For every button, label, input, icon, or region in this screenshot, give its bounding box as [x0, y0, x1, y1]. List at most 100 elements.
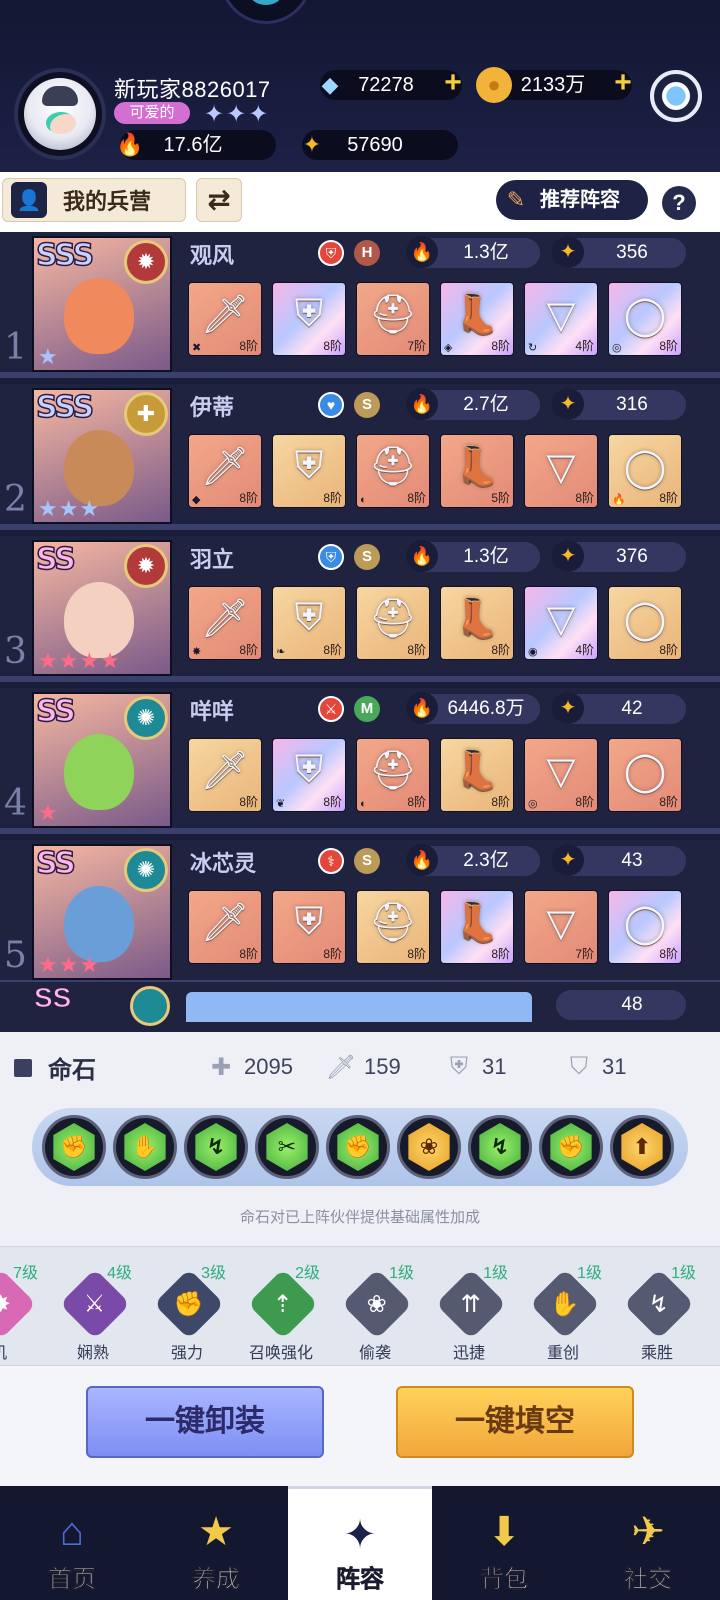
equipment-slot[interactable]: 👢 8阶 [440, 738, 514, 812]
life-stone-slot[interactable]: ✊ [326, 1115, 390, 1179]
bond-effect[interactable]: 4级 ⚔ 娴熟 [48, 1255, 138, 1362]
life-stone-slot[interactable]: ✊ [42, 1115, 106, 1179]
equipment-slot[interactable]: ⛨ 8阶 [272, 434, 346, 508]
equipment-slot[interactable]: 🗡 ◆ 8阶 [188, 434, 262, 508]
bond-effect[interactable]: 3级 ✊ 强力 [142, 1255, 232, 1362]
equipment-slot[interactable]: ⛑ 8阶 [356, 586, 430, 660]
hero-row[interactable]: 1 SSS ✹ ★ 观风 ⛨ H 🔥 1.3亿 ✦ 356 🗡 ✖ 8阶 ⛨ 8… [0, 232, 720, 378]
effect-name: 迅捷 [452, 1345, 485, 1362]
nav-home[interactable]: ⌂ 首页 [0, 1486, 144, 1600]
hero-row-partial[interactable]: SS 48 [0, 982, 720, 1032]
equipment-slot[interactable]: ◯ 8阶 [608, 586, 682, 660]
pencil-icon: ✎ [498, 182, 534, 218]
bond-effects-strip[interactable]: 7级 ✸ 机 4级 ⚔ 娴熟 3级 ✊ 强力 2级 ⇡ 召唤强化 1级 ❀ [0, 1246, 720, 1366]
equipment-tier: 8阶 [407, 947, 426, 961]
swap-formation-button[interactable]: ⇄ [196, 178, 242, 222]
bond-effect[interactable]: 1级 ⇈ 迅捷 [424, 1255, 514, 1362]
equipment-slot[interactable]: 👢 ◈ 8阶 [440, 282, 514, 356]
action-bar: 一键卸装 一键填空 [0, 1366, 720, 1486]
bond-effect[interactable]: 2级 ⇡ 召唤强化 [236, 1255, 326, 1362]
equipment-slot[interactable]: 👢 8阶 [440, 586, 514, 660]
life-stone-slot[interactable]: ✂ [255, 1115, 319, 1179]
enchant-icon: ◉ [528, 646, 538, 658]
equipment-slot[interactable]: 👢 5阶 [440, 434, 514, 508]
nav-star[interactable]: ★ 养成 [144, 1486, 288, 1600]
nav-social[interactable]: ✈ 社交 [576, 1486, 720, 1600]
boots-icon: 👢 [453, 598, 501, 640]
equipment-slot[interactable]: ◯ ◎ 8阶 [608, 282, 682, 356]
equipment-slot[interactable]: 🗡 8阶 [188, 890, 262, 964]
equipment-slot[interactable]: ⛨ ❧ 8阶 [272, 586, 346, 660]
hero-portrait[interactable]: SS ✺ ★★★ [32, 844, 172, 980]
hero-list[interactable]: 1 SSS ✹ ★ 观风 ⛨ H 🔥 1.3亿 ✦ 356 🗡 ✖ 8阶 ⛨ 8… [0, 232, 720, 1032]
life-stone-slot[interactable]: ↯ [468, 1115, 532, 1179]
hero-level: ✦ 43 [552, 844, 686, 876]
settings-gear-icon[interactable] [650, 70, 702, 122]
hero-portrait[interactable]: SS ✹ ★★★★ [32, 540, 172, 676]
equipment-tier: 8阶 [491, 339, 510, 353]
bond-effect[interactable]: 7级 ✸ 机 [0, 1255, 44, 1362]
equipment-slot[interactable]: ▽ 7阶 [524, 890, 598, 964]
title-stars-icon: ✦✦✦ [204, 101, 271, 128]
equipment-slot[interactable]: ▽ 8阶 [524, 434, 598, 508]
life-stone-slot[interactable]: ↯ [184, 1115, 248, 1179]
avatar[interactable] [14, 68, 106, 160]
equipment-slot[interactable]: 🗡 ✸ 8阶 [188, 586, 262, 660]
boots-icon: 👢 [453, 750, 501, 792]
equipment-slot[interactable]: 🗡 ✖ 8阶 [188, 282, 262, 356]
equipment-slot[interactable]: ◯ 🔥 8阶 [608, 434, 682, 508]
effect-level: 2级 [295, 1265, 320, 1282]
equipment-slot[interactable]: ⛨ 8阶 [272, 282, 346, 356]
hero-portrait[interactable]: SSS ✚ ★★★ [32, 388, 172, 524]
hero-row[interactable]: 5 SS ✺ ★★★ 冰芯灵 ⚕ S 🔥 2.3亿 ✦ 43 🗡 8阶 ⛨ 8阶… [0, 840, 720, 986]
armor-icon: ⛨ [294, 901, 324, 943]
life-stone-slot[interactable]: ❀ [397, 1115, 461, 1179]
enchant-icon: ◈ [444, 342, 453, 354]
bond-effect[interactable]: 1级 ❀ 偷袭 [330, 1255, 420, 1362]
bond-effect[interactable]: 1级 ✋ 重创 [518, 1255, 608, 1362]
equipment-slot[interactable]: ⛨ 8阶 [272, 890, 346, 964]
auto-fill-button[interactable]: 一键填空 [396, 1386, 634, 1458]
equipment-tier: 8阶 [407, 643, 426, 657]
equipment-slot[interactable]: ▽ ↻ 4阶 [524, 282, 598, 356]
equipment-slots: 🗡 8阶 ⛨ 8阶 ⛑ 8阶 👢 8阶 ▽ 7阶 ◯ 8阶 [188, 890, 688, 968]
equipment-slot[interactable]: 🗡 8阶 [188, 738, 262, 812]
player-title-badge[interactable]: 可爱的 [114, 102, 190, 124]
equipment-slot[interactable]: 👢 8阶 [440, 890, 514, 964]
nav-bag[interactable]: ⬇ 背包 [432, 1486, 576, 1600]
hero-row[interactable]: 3 SS ✹ ★★★★ 羽立 ⛨ S 🔥 1.3亿 ✦ 376 🗡 ✸ 8阶 ⛨… [0, 536, 720, 682]
section-marker [14, 1058, 32, 1077]
my-barracks-button[interactable]: 👤 我的兵营 [2, 178, 186, 222]
equipment-slot[interactable]: ▽ ◉ 4阶 [524, 586, 598, 660]
equipment-tier: 8阶 [659, 947, 678, 961]
hero-level: ✦ 356 [552, 236, 686, 268]
nav-formation[interactable]: ✦ 阵容 [288, 1486, 432, 1600]
hero-row[interactable]: 4 SS ✺ ★ 咩咩 ⚔ M 🔥 6446.8万 ✦ 42 🗡 8阶 ⛨ ❦ … [0, 688, 720, 834]
bond-effect[interactable]: 1级 ↯ 乘胜 [612, 1255, 702, 1362]
add-diamonds-button[interactable]: + [438, 68, 468, 98]
hero-portrait[interactable]: SS ✺ ★ [32, 692, 172, 828]
equipment-slot[interactable]: ⛑ ◐ 8阶 [356, 738, 430, 812]
life-stone-slot[interactable]: ✋ [113, 1115, 177, 1179]
equipment-slot[interactable]: ⛑ 8阶 [356, 890, 430, 964]
help-button[interactable]: ? [662, 186, 696, 220]
add-gold-button[interactable]: + [608, 68, 638, 98]
equipment-slot[interactable]: ⛑ 7阶 [356, 282, 430, 356]
slot-number: 2 [4, 479, 27, 520]
equipment-slot[interactable]: ▽ ◎ 8阶 [524, 738, 598, 812]
equipment-slot[interactable]: ◯ 8阶 [608, 890, 682, 964]
equipment-slot[interactable]: ◯ 8阶 [608, 738, 682, 812]
equipment-tier: 8阶 [323, 947, 342, 961]
hero-portrait[interactable]: SSS ✹ ★ [32, 236, 172, 372]
collapse-tab[interactable] [186, 992, 532, 1022]
mascot-decoration [220, 0, 312, 24]
life-stone-slot[interactable]: ⬆ [610, 1115, 674, 1179]
equipment-slot[interactable]: ⛨ ❦ 8阶 [272, 738, 346, 812]
unequip-all-button[interactable]: 一键卸装 [86, 1386, 324, 1458]
life-stone-slot[interactable]: ✊ [539, 1115, 603, 1179]
star-icon: ★ [198, 1510, 234, 1554]
equipment-slot[interactable]: ⛑ ◐ 8阶 [356, 434, 430, 508]
star-rating: ★ [38, 800, 59, 825]
hero-row[interactable]: 2 SSS ✚ ★★★ 伊蒂 ♥ S 🔥 2.7亿 ✦ 316 🗡 ◆ 8阶 ⛨… [0, 384, 720, 530]
recommended-formation-button[interactable]: ✎ 推荐阵容 [496, 180, 648, 220]
